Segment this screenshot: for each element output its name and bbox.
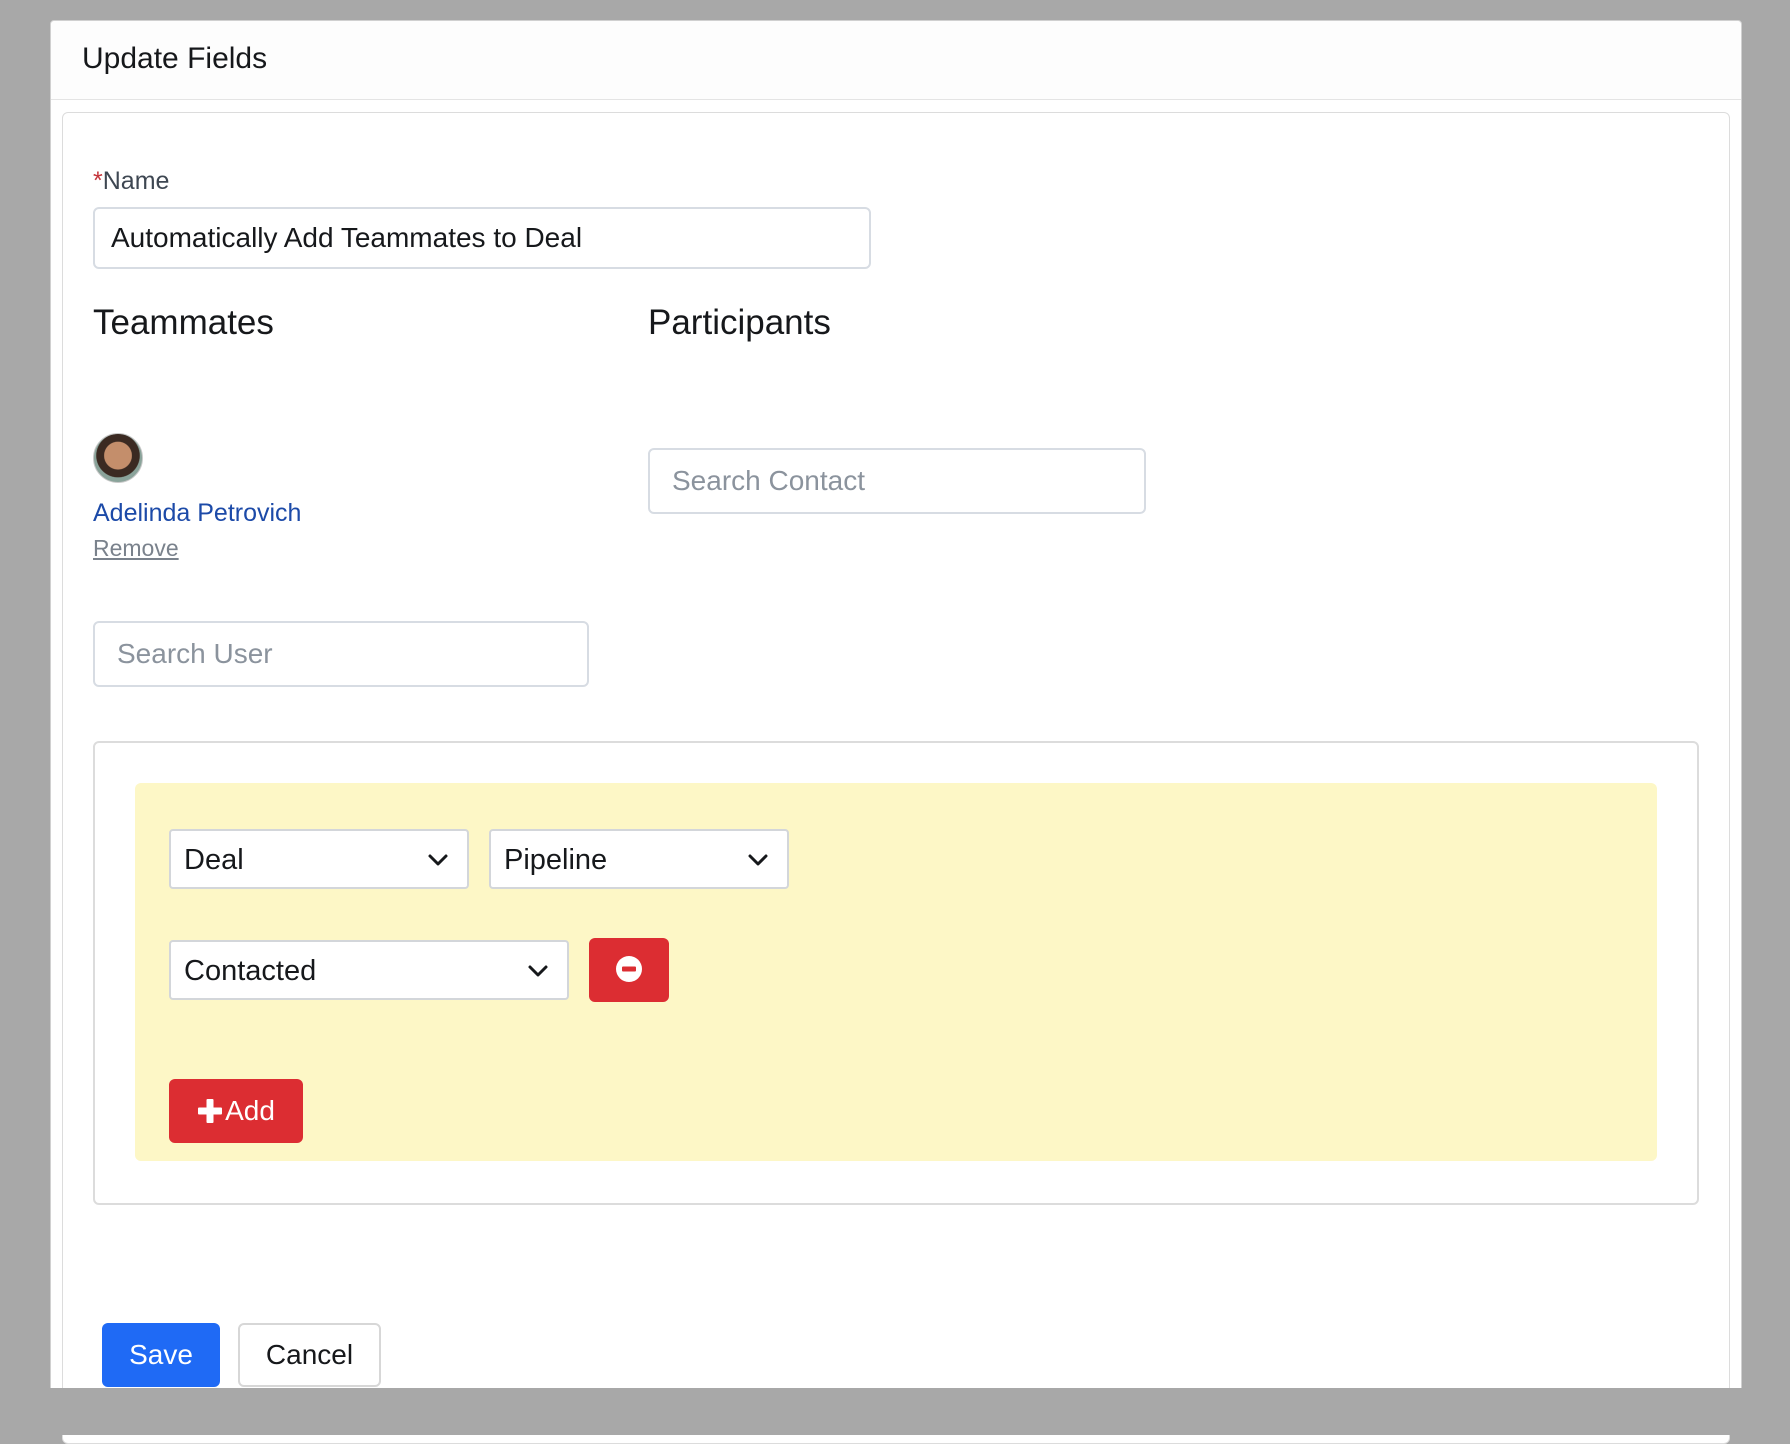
value-select-value: Contacted: [184, 955, 317, 987]
participants-title: Participants: [648, 303, 831, 342]
teammates-title: Teammates: [93, 303, 274, 342]
search-user-input[interactable]: [93, 621, 589, 687]
rule-box: Deal Pipeline Contacted Add: [93, 741, 1699, 1205]
plus-icon: [198, 1099, 223, 1123]
add-button-label: Add: [225, 1095, 275, 1126]
name-label: *Name: [93, 167, 169, 196]
avatar: [93, 433, 143, 483]
field-select-value: Pipeline: [504, 844, 608, 876]
add-condition-button[interactable]: Add: [169, 1079, 303, 1143]
form-panel: *Name Teammates Adelinda Petrovich Remov…: [62, 112, 1730, 1444]
search-contact-input[interactable]: [648, 448, 1146, 514]
cancel-button[interactable]: Cancel: [238, 1323, 381, 1387]
remove-condition-button[interactable]: [589, 938, 669, 1002]
modal-backdrop-strip: [0, 1388, 1790, 1435]
modal-title: Update Fields: [82, 42, 268, 75]
rule-group: Deal Pipeline Contacted Add: [135, 783, 1657, 1161]
update-fields-modal: Update Fields *Name Teammates Adelinda P…: [50, 20, 1742, 1444]
modal-header: Update Fields: [51, 21, 1741, 100]
save-button[interactable]: Save: [102, 1323, 220, 1387]
chevron-down-icon: [428, 854, 448, 866]
minus-circle-icon: [616, 955, 642, 982]
name-label-text: Name: [102, 167, 170, 195]
required-mark: *: [93, 167, 103, 195]
chevron-down-icon: [528, 965, 548, 977]
value-select[interactable]: Contacted: [169, 940, 569, 1000]
chevron-down-icon: [748, 854, 768, 866]
entity-select[interactable]: Deal: [169, 829, 469, 889]
field-select[interactable]: Pipeline: [489, 829, 789, 889]
remove-teammate-link[interactable]: Remove: [93, 535, 179, 562]
name-input[interactable]: [93, 207, 871, 269]
teammate-name-link[interactable]: Adelinda Petrovich: [93, 499, 301, 528]
entity-select-value: Deal: [184, 844, 244, 876]
